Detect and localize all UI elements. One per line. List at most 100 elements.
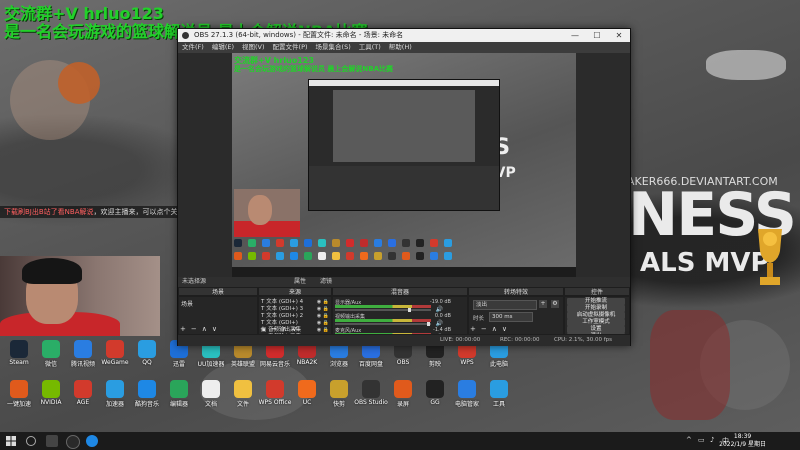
start-virtual-camera-button[interactable]: 启动虚拟摄像机	[567, 312, 625, 319]
transition-settings-gear-icon[interactable]: ⚙	[551, 300, 559, 308]
transitions-footer-button[interactable]: −	[481, 325, 487, 333]
desktop-icon[interactable]: Steam	[2, 340, 36, 366]
visibility-lock-icon[interactable]: ◉ 🔒	[317, 313, 329, 320]
desktop-icon-label: UC	[302, 399, 312, 406]
desktop-icon[interactable]: GG	[418, 380, 452, 406]
menu-tools[interactable]: 工具(T)	[355, 42, 385, 53]
app-icon	[74, 380, 92, 398]
speaker-icon[interactable]: 🔊	[436, 320, 443, 327]
desktop-icon-label: OBS	[396, 359, 410, 366]
desktop-icon-label: 浏览器	[329, 361, 348, 368]
preview-desktop-icon	[262, 239, 270, 247]
scenes-footer-button[interactable]: +	[180, 325, 186, 333]
start-recording-button[interactable]: 开始录制	[567, 305, 625, 312]
desktop-icon[interactable]: NVIDIA	[34, 380, 68, 406]
menu-file[interactable]: 文件(F)	[178, 42, 208, 53]
no-source-selected-label: 未选择源	[182, 278, 207, 285]
tray-overflow-icon[interactable]: ^	[686, 436, 692, 444]
properties-button[interactable]: 属性	[294, 277, 306, 287]
visibility-lock-icon[interactable]: ◉ 🔒	[317, 327, 329, 334]
desktop-icon[interactable]: 工具	[482, 380, 516, 408]
scene-list-item[interactable]: 场景	[181, 299, 193, 308]
visibility-lock-icon[interactable]: ◉ 🔒	[317, 306, 329, 313]
obs-window[interactable]: OBS 27.1.3 (64-bit, windows) - 配置文件: 未命名…	[177, 28, 631, 346]
sources-footer-button[interactable]: ∨	[292, 325, 297, 333]
desktop-icon[interactable]: WPS Office	[258, 380, 292, 406]
desktop-icon[interactable]: 编辑器	[162, 380, 196, 408]
desktop-icon[interactable]: AGE	[66, 380, 100, 406]
windows-start-icon[interactable]	[6, 436, 16, 446]
obs-preview-canvas[interactable]: 交流群+V hrluo123 是一名会玩游戏的篮球解说员 晨上会解说NBA比赛 …	[232, 53, 576, 277]
desktop-icon-label: 迅雷	[172, 361, 185, 368]
source-list-item[interactable]: T 文本 (GDI+) 4 ◉ 🔒	[261, 299, 331, 306]
preview-desktop-icon	[290, 239, 298, 247]
menu-profile[interactable]: 配置文件(P)	[269, 42, 312, 53]
maximize-button[interactable]: ☐	[586, 29, 608, 42]
live-status: LIVE: 00:00:00	[440, 337, 481, 343]
menu-scene-collection[interactable]: 场景集合(S)	[312, 42, 355, 53]
desktop-icon[interactable]: 文件	[226, 380, 260, 408]
settings-button[interactable]: 设置	[567, 326, 625, 333]
desktop-icon-label: 加速器	[105, 401, 124, 408]
menu-view[interactable]: 视图(V)	[238, 42, 269, 53]
preview-desktop-icon	[416, 252, 424, 260]
preview-desktop-icon	[304, 239, 312, 247]
volume-slider-handle[interactable]	[427, 322, 430, 326]
sources-footer-button[interactable]: ∧	[282, 325, 287, 333]
transitions-footer-button[interactable]: ∨	[502, 325, 507, 333]
app-icon	[74, 340, 92, 358]
close-button[interactable]: ✕	[608, 29, 630, 42]
source-list-item[interactable]: T 文本 (GDI+) 2 ◉ 🔒	[261, 313, 331, 320]
filters-button[interactable]: 滤镜	[320, 277, 332, 287]
desktop-icon[interactable]: 微信	[34, 340, 68, 368]
obs-titlebar[interactable]: OBS 27.1.3 (64-bit, windows) - 配置文件: 未命名…	[178, 29, 630, 42]
sources-footer-button[interactable]: +	[260, 325, 266, 333]
sources-footer-button[interactable]: −	[271, 325, 277, 333]
minimize-button[interactable]: —	[564, 29, 586, 42]
desktop-icon[interactable]: 一键加速	[2, 380, 36, 408]
scenes-footer-button[interactable]: ∨	[212, 325, 217, 333]
obs-taskbar-icon[interactable]	[66, 435, 80, 449]
menu-edit[interactable]: 编辑(E)	[208, 42, 238, 53]
browser-taskbar-icon[interactable]	[86, 435, 98, 447]
tray-clock[interactable]: 18:39 2022/1/9 星期日	[719, 433, 766, 449]
scenes-footer-button[interactable]: ∧	[202, 325, 207, 333]
visibility-lock-icon[interactable]: ◉ 🔒	[317, 299, 329, 306]
studio-mode-button[interactable]: 工作室模式	[567, 319, 625, 326]
desktop-icon[interactable]: 录屏	[386, 380, 420, 408]
desktop-icon[interactable]: 电脑管家	[450, 380, 484, 408]
visibility-lock-icon[interactable]: ◉ 🔒	[317, 320, 329, 327]
desktop-icon[interactable]: 文档	[194, 380, 228, 408]
desktop-icon[interactable]: 酷狗音乐	[130, 380, 164, 408]
volume-slider[interactable]	[335, 309, 431, 311]
menu-help[interactable]: 帮助(H)	[385, 42, 416, 53]
volume-slider-handle[interactable]	[408, 308, 411, 312]
desktop-icon[interactable]: 快剪	[322, 380, 356, 408]
desktop-icon[interactable]: UC	[290, 380, 324, 406]
app-icon	[426, 380, 444, 398]
search-icon[interactable]	[26, 436, 36, 446]
add-transition-button[interactable]: +	[539, 300, 547, 308]
desktop-icon[interactable]: 腾讯视频	[66, 340, 100, 368]
transition-select[interactable]: 淡出	[473, 300, 537, 310]
windows-taskbar: ^ ▭ ♪ 中 18:39 2022/1/9 星期日	[0, 432, 800, 450]
desktop-icon-label: 此电脑	[489, 361, 508, 368]
desktop-icon[interactable]: WeGame	[98, 340, 132, 366]
volume-slider[interactable]	[335, 323, 431, 325]
app-icon	[298, 380, 316, 398]
desktop-icon[interactable]: 加速器	[98, 380, 132, 408]
transitions-footer-button[interactable]: +	[470, 325, 476, 333]
transitions-footer-button[interactable]: ∧	[492, 325, 497, 333]
source-list-item[interactable]: T 文本 (GDI+) 3 ◉ 🔒	[261, 306, 331, 313]
desktop-icon[interactable]: OBS Studio	[354, 380, 388, 406]
scenes-footer-button[interactable]: −	[191, 325, 197, 333]
network-icon[interactable]: ▭	[698, 436, 705, 444]
duration-input[interactable]: 300 ms	[489, 312, 533, 322]
desktop-icon[interactable]: QQ	[130, 340, 164, 366]
clock-date: 2022/1/9 星期日	[719, 441, 766, 448]
app-icon	[170, 380, 188, 398]
task-view-icon[interactable]	[46, 435, 58, 447]
speaker-icon[interactable]: 🔊	[436, 306, 443, 313]
volume-icon[interactable]: ♪	[710, 436, 714, 444]
start-streaming-button[interactable]: 开始推流	[567, 298, 625, 305]
